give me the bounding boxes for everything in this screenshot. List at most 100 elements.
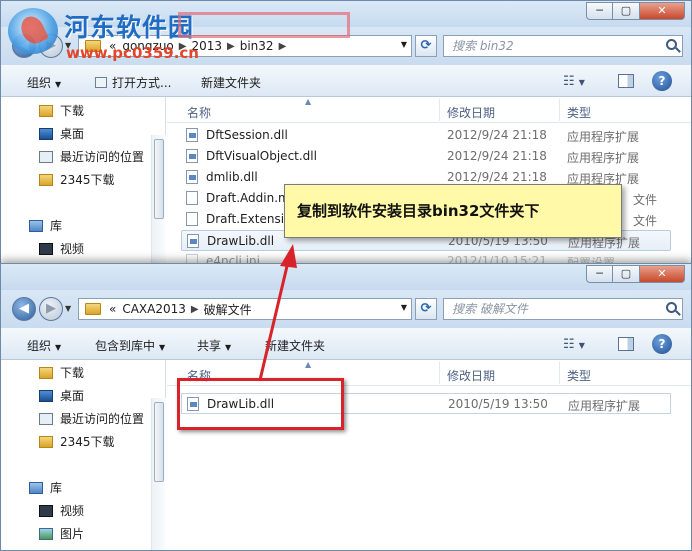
open-with-button[interactable]: 打开方式... bbox=[95, 74, 171, 91]
search-icon[interactable] bbox=[666, 302, 677, 313]
new-folder-button[interactable]: 新建文件夹 bbox=[265, 337, 325, 354]
open-with-icon bbox=[95, 77, 107, 88]
column-type[interactable]: 类型 bbox=[567, 367, 591, 384]
column-date[interactable]: 修改日期 bbox=[447, 104, 495, 121]
column-name[interactable]: 名称 bbox=[187, 104, 211, 121]
recent-places-icon bbox=[39, 150, 53, 163]
include-in-library-menu[interactable]: 包含到库中 ▼ bbox=[95, 337, 165, 354]
desktop-icon bbox=[39, 127, 53, 140]
organize-label: 组织 bbox=[27, 339, 52, 353]
recent-pages-dropdown-icon[interactable]: ▼ bbox=[65, 304, 71, 313]
search-placeholder: 搜索 bin32 bbox=[452, 39, 514, 53]
share-label: 共享 bbox=[197, 339, 222, 353]
column-divider[interactable] bbox=[559, 99, 560, 121]
nav-item-libraries[interactable]: 库 bbox=[29, 479, 62, 496]
library-icon bbox=[29, 219, 43, 232]
nav-item-recent-places[interactable]: 最近访问的位置 bbox=[39, 148, 144, 165]
nav-label: 视频 bbox=[60, 504, 85, 518]
close-button[interactable]: ✕ bbox=[640, 2, 685, 20]
new-folder-label: 新建文件夹 bbox=[201, 76, 262, 90]
sort-ascending-icon: ▲ bbox=[305, 97, 312, 106]
share-menu[interactable]: 共享 ▼ bbox=[197, 337, 231, 354]
preview-pane-button[interactable] bbox=[618, 74, 634, 88]
refresh-button[interactable]: ⟳ bbox=[415, 35, 437, 57]
command-bar: 组织 ▼ 打开方式... 新建文件夹 ☷ ▼ ? bbox=[1, 65, 691, 97]
title-bar: ─ ▢ ✕ bbox=[1, 264, 691, 290]
address-dropdown-icon[interactable]: ▼ bbox=[401, 40, 407, 49]
column-divider[interactable] bbox=[439, 99, 440, 121]
close-button[interactable]: ✕ bbox=[640, 265, 685, 283]
breadcrumb-caxa2013[interactable]: CAXA2013 bbox=[122, 302, 186, 316]
nav-item-2345-downloads[interactable]: 2345下载 bbox=[39, 171, 115, 188]
command-bar: 组织 ▼ 包含到库中 ▼ 共享 ▼ 新建文件夹 ☷ ▼ ? bbox=[1, 328, 691, 360]
nav-item-libraries[interactable]: 库 bbox=[29, 217, 62, 234]
chevron-down-icon: ▼ bbox=[55, 80, 62, 89]
nav-item-desktop[interactable]: 桌面 bbox=[39, 125, 84, 142]
nav-item-2345-downloads[interactable]: 2345下载 bbox=[39, 433, 115, 450]
file-type: 应用程序扩展 bbox=[567, 151, 640, 165]
site-watermark: 河东软件园 www.pc0359.cn bbox=[8, 6, 350, 66]
scrollbar-thumb[interactable] bbox=[154, 139, 164, 219]
address-dropdown-icon[interactable]: ▼ bbox=[401, 303, 407, 312]
maximize-button[interactable]: ▢ bbox=[613, 2, 640, 20]
breadcrumb-crack-files[interactable]: 破解文件 bbox=[204, 301, 252, 318]
column-type[interactable]: 类型 bbox=[567, 104, 591, 121]
highlight-frame bbox=[177, 378, 344, 430]
nav-label: 2345下载 bbox=[60, 173, 115, 187]
search-input[interactable]: 搜索 破解文件 bbox=[443, 298, 683, 320]
file-date: 2012/9/24 21:18 bbox=[447, 170, 547, 184]
view-options-button[interactable]: ☷ ▼ bbox=[563, 74, 585, 89]
new-folder-button[interactable]: 新建文件夹 bbox=[201, 74, 261, 91]
help-button[interactable]: ? bbox=[652, 334, 672, 354]
file-name: DrawLib.dll bbox=[207, 234, 275, 248]
file-row[interactable]: DftVisualObject.dll 2012/9/24 21:18 应用程序扩展 bbox=[181, 146, 671, 167]
nav-scrollbar[interactable] bbox=[151, 398, 166, 550]
file-type: 文件 bbox=[633, 214, 658, 228]
search-icon[interactable] bbox=[666, 39, 677, 50]
column-divider[interactable] bbox=[559, 362, 560, 384]
file-date: 2012/9/24 21:18 bbox=[447, 149, 547, 163]
column-date[interactable]: 修改日期 bbox=[447, 367, 495, 384]
forward-button[interactable]: ▶ bbox=[39, 297, 63, 321]
view-options-button[interactable]: ☷ ▼ bbox=[563, 337, 585, 352]
site-logo-icon bbox=[8, 8, 58, 54]
video-icon bbox=[39, 504, 53, 517]
scrollbar-thumb[interactable] bbox=[154, 402, 164, 482]
breadcrumb-separator-icon[interactable]: ▶ bbox=[191, 304, 199, 315]
folder-icon bbox=[39, 173, 53, 186]
library-icon bbox=[29, 481, 43, 494]
help-button[interactable]: ? bbox=[652, 71, 672, 91]
nav-item-desktop[interactable]: 桌面 bbox=[39, 387, 84, 404]
nav-item-pictures[interactable]: 图片 bbox=[39, 525, 84, 542]
file-row[interactable]: DftSession.dll 2012/9/24 21:18 应用程序扩展 bbox=[181, 125, 671, 146]
organize-menu[interactable]: 组织 ▼ bbox=[27, 337, 61, 354]
desktop-icon bbox=[39, 389, 53, 402]
nav-label: 库 bbox=[50, 481, 63, 495]
window-controls: ─ ▢ ✕ bbox=[586, 265, 685, 283]
nav-label: 桌面 bbox=[60, 127, 85, 141]
organize-menu[interactable]: 组织 ▼ bbox=[27, 74, 61, 91]
back-button[interactable]: ◀ bbox=[12, 297, 36, 321]
nav-item-recent-places[interactable]: 最近访问的位置 bbox=[39, 410, 144, 427]
dll-file-icon bbox=[187, 234, 199, 248]
refresh-button[interactable]: ⟳ bbox=[415, 298, 437, 320]
file-name: Draft.Addin.m bbox=[206, 191, 290, 205]
preview-pane-button[interactable] bbox=[618, 337, 634, 351]
folder-icon bbox=[85, 303, 101, 315]
breadcrumb-separator-icon[interactable]: ▶ bbox=[279, 41, 287, 52]
nav-label: 2345下载 bbox=[60, 435, 115, 449]
nav-item-videos[interactable]: 视频 bbox=[39, 240, 84, 257]
nav-item-downloads[interactable]: 下载 bbox=[39, 102, 84, 119]
address-bar[interactable]: « CAXA2013 ▶ 破解文件 ▼ bbox=[78, 298, 412, 320]
maximize-button[interactable]: ▢ bbox=[613, 265, 640, 283]
nav-item-downloads[interactable]: 下载 bbox=[39, 364, 84, 381]
minimize-button[interactable]: ─ bbox=[586, 265, 613, 283]
nav-item-videos[interactable]: 视频 bbox=[39, 502, 84, 519]
minimize-button[interactable]: ─ bbox=[586, 2, 613, 20]
column-divider[interactable] bbox=[439, 362, 440, 384]
sort-ascending-icon: ▲ bbox=[305, 360, 312, 369]
search-input[interactable]: 搜索 bin32 bbox=[443, 35, 683, 57]
breadcrumb-overflow[interactable]: « bbox=[109, 302, 116, 316]
dll-file-icon bbox=[186, 149, 198, 163]
address-row: ◀ ▶ ▼ « CAXA2013 ▶ 破解文件 ▼ ⟳ 搜索 破解文件 bbox=[1, 290, 691, 328]
